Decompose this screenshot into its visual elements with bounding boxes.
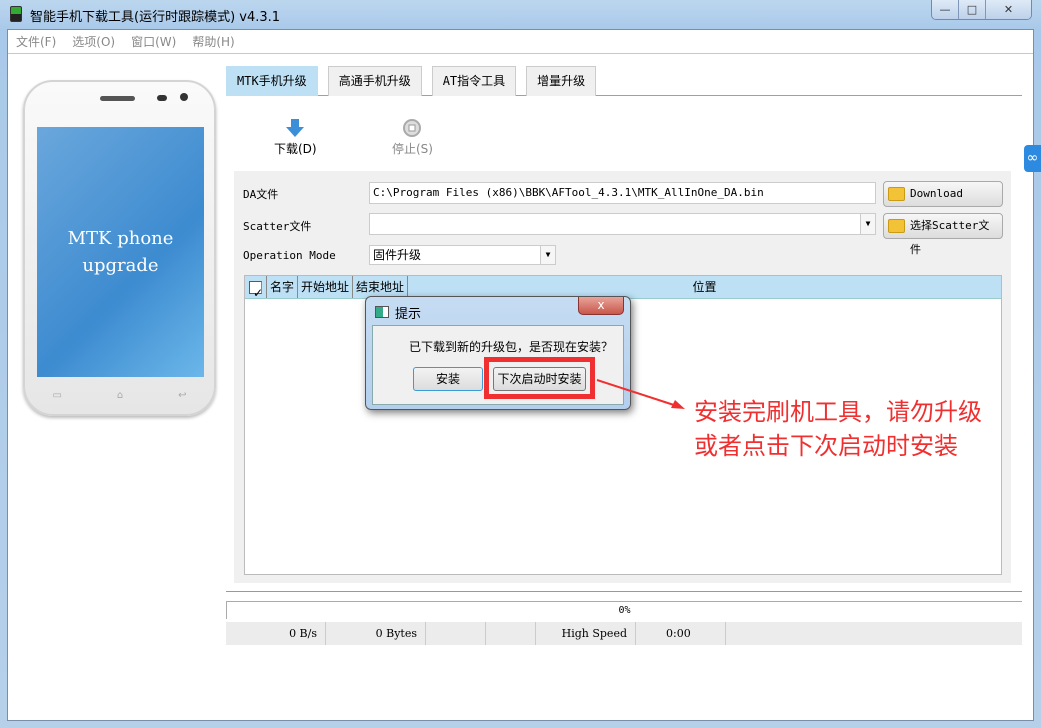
menu-key-icon: ▭ [52,390,62,401]
dialog-title: 提示 [395,307,422,322]
annotation-line1: 安装完刷机工具，请勿升级 [694,398,982,426]
dropdown-arrow-icon: ▼ [860,214,875,234]
status-bytes: 0 Bytes [326,622,426,645]
install-button[interactable]: 安装 [413,367,483,391]
da-file-input[interactable]: C:\Program Files (x86)\BBK\AFTool_4.3.1\… [369,182,876,204]
status-field-4 [486,622,536,645]
scatter-file-label: Scatter文件 [243,220,312,233]
phone-illustration: MTK phone upgrade ▭ ⌂ ↩ [23,80,216,416]
column-start-address[interactable]: 开始地址 [298,276,354,298]
folder-icon [888,187,905,201]
phone-screen-line1: MTK phone [67,228,174,249]
status-field-3 [426,622,486,645]
stop-icon [403,119,422,137]
column-name[interactable]: 名字 [267,276,299,298]
maximize-button[interactable]: □ [959,0,986,19]
annotation-line2: 或者点击下次启动时安装 [694,432,958,460]
operation-mode-value: 固件升级 [373,248,422,262]
status-time: 0:00 [636,622,726,645]
stop-button[interactable]: 停止(S) [392,118,433,157]
menu-window[interactable]: 窗口(W) [131,30,176,53]
phone-sensor [157,95,167,101]
app-icon [10,6,22,22]
dialog-message: 已下载到新的升级包，是否现在安装？ [409,340,614,354]
title-bar: 智能手机下载工具(运行时跟踪模式) v4.3.1 — □ ✕ [0,0,1041,28]
back-key-icon: ↩ [178,390,187,401]
tab-incremental-upgrade[interactable]: 增量升级 [526,66,597,96]
download-arrow-icon [286,119,305,137]
annotation-arrow [596,379,685,409]
column-end-address[interactable]: 结束地址 [353,276,409,298]
select-all-checkbox[interactable]: ✓ [245,276,267,300]
close-button[interactable]: ✕ [986,0,1031,19]
download-button[interactable]: 下载(D) [274,118,317,157]
tab-mtk-upgrade[interactable]: MTK手机升级 [226,66,318,96]
dialog-app-icon [375,306,389,318]
menu-bar: 文件(F) 选项(O) 窗口(W) 帮助(H) [8,30,1033,54]
home-key-icon: ⌂ [116,390,124,401]
link-icon[interactable]: ∞ [1024,145,1041,172]
minimize-button[interactable]: — [932,0,959,19]
scatter-file-select[interactable]: ▼ [369,213,876,235]
phone-screen: MTK phone upgrade [37,127,204,377]
column-location[interactable]: 位置 [408,276,1001,298]
operation-mode-label: Operation Mode [243,249,336,262]
da-file-label: DA文件 [243,188,279,201]
highlight-box [484,357,595,399]
operation-mode-select[interactable]: 固件升级 ▼ [369,245,556,265]
progress-bar: 0% [226,601,1022,619]
tab-bar: MTK手机升级 高通手机升级 AT指令工具 增量升级 [226,66,1022,96]
select-scatter-label: 选择Scatter文件 [910,219,990,256]
status-speed: 0 B/s [226,622,326,645]
download-agent-button[interactable]: Download Agent [883,181,1003,224]
phone-camera [180,93,188,101]
menu-help[interactable]: 帮助(H) [192,30,234,53]
window-title: 智能手机下载工具(运行时跟踪模式) v4.3.1 [30,10,281,25]
tab-at-command[interactable]: AT指令工具 [431,66,517,96]
stop-label: 停止(S) [392,142,433,156]
dialog-close-button[interactable]: x [578,297,624,315]
folder-icon [888,219,905,233]
status-usb-speed: High Speed [536,622,636,645]
dropdown-arrow-icon: ▼ [540,246,555,264]
status-bar: 0 B/s 0 Bytes High Speed 0:00 [226,622,1022,645]
tab-qualcomm-upgrade[interactable]: 高通手机升级 [327,66,422,96]
divider [226,591,1022,592]
phone-speaker [100,96,135,101]
select-scatter-button[interactable]: 选择Scatter文件 [883,213,1003,256]
phone-screen-line2: upgrade [82,255,159,276]
annotation-text: 安装完刷机工具，请勿升级 或者点击下次启动时安装 [694,395,982,463]
menu-file[interactable]: 文件(F) [16,30,56,53]
download-label: 下载(D) [274,142,317,156]
status-field-7 [726,622,1022,645]
menu-options[interactable]: 选项(O) [72,30,115,53]
check-icon: ✓ [249,281,263,300]
